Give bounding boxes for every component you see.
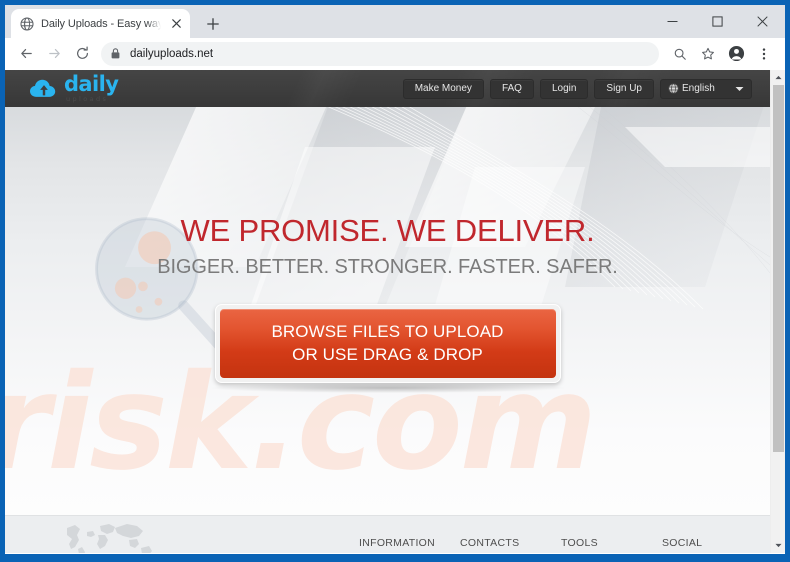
footer-column-title: INFORMATION: [359, 537, 436, 549]
browse-files-button-inner: BROWSE FILES TO UPLOAD OR USE DRAG & DRO…: [219, 309, 556, 379]
page-scrollbar[interactable]: [770, 70, 785, 553]
hero-section: risk.com WE PROMISE. WE DELIVER. BIGGER.…: [5, 107, 770, 515]
lock-icon: [111, 48, 122, 59]
site-nav: Make Money FAQ Login Sign Up English: [402, 78, 752, 99]
back-arrow-icon[interactable]: [13, 41, 39, 67]
address-bar[interactable]: dailyuploads.net: [101, 41, 659, 66]
footer-column-title: SOCIAL: [662, 537, 703, 549]
site-logo[interactable]: daily uploads: [29, 72, 119, 104]
forward-arrow-icon[interactable]: [41, 41, 67, 67]
chevron-down-icon: [735, 86, 744, 92]
tab-strip: Daily Uploads - Easy way to share: [5, 5, 785, 38]
browser-window: Daily Uploads - Easy way to share: [0, 0, 790, 562]
cta-wrapper: BROWSE FILES TO UPLOAD OR USE DRAG & DRO…: [5, 304, 770, 384]
cta-drop-shadow: [211, 383, 564, 394]
globe-favicon: [20, 16, 34, 31]
logo-wordmark: daily uploads: [64, 72, 119, 104]
tab-close-icon[interactable]: [168, 16, 184, 32]
footer-column-title: CONTACTS: [460, 537, 520, 549]
minimize-icon[interactable]: [650, 5, 695, 38]
world-map-icon: [67, 524, 152, 553]
footer-column-title: TOOLS: [561, 537, 598, 549]
cloud-upload-icon: [29, 78, 59, 99]
logo-primary-text: daily: [64, 72, 119, 97]
nav-signup-button[interactable]: Sign Up: [594, 78, 654, 99]
scroll-up-arrow-icon[interactable]: [771, 70, 785, 85]
account-avatar-icon[interactable]: [723, 41, 749, 67]
page-viewport: daily uploads Make Money FAQ Login Sign …: [5, 70, 785, 553]
url-text: dailyuploads.net: [130, 47, 214, 60]
new-tab-button[interactable]: [201, 12, 225, 36]
browser-chrome: Daily Uploads - Easy way to share: [5, 5, 785, 554]
star-icon[interactable]: [695, 41, 721, 67]
cta-line-2: OR USE DRAG & DROP: [292, 345, 483, 365]
toolbar-actions: [667, 41, 777, 67]
hero-subheadline: BIGGER. BETTER. STRONGER. FASTER. SAFER.: [157, 256, 618, 279]
logo-secondary-text: uploads: [66, 95, 109, 104]
search-icon[interactable]: [667, 41, 693, 67]
footer-column-social: SOCIAL f t ▶: [662, 516, 752, 553]
browser-toolbar: dailyuploads.net: [5, 38, 785, 70]
hero-headline: WE PROMISE. WE DELIVER.: [180, 213, 595, 248]
footer-column-contacts: CONTACTS Contact Us: [460, 516, 561, 553]
tab-title: Daily Uploads - Easy way to share: [41, 17, 161, 30]
language-label: English: [682, 83, 715, 94]
reload-icon[interactable]: [69, 41, 95, 67]
scrollbar-thumb[interactable]: [773, 85, 784, 452]
footer-column-tools: TOOLS Links: [561, 516, 662, 553]
close-icon[interactable]: [740, 5, 785, 38]
browser-tab[interactable]: Daily Uploads - Easy way to share: [11, 9, 190, 38]
scroll-down-arrow-icon[interactable]: [771, 538, 785, 553]
nav-faq-button[interactable]: FAQ: [489, 78, 534, 99]
nav-make-money-button[interactable]: Make Money: [402, 78, 484, 99]
nav-login-button[interactable]: Login: [539, 78, 589, 99]
language-selector[interactable]: English: [660, 78, 752, 99]
globe-icon: [668, 83, 679, 94]
browse-files-button[interactable]: BROWSE FILES TO UPLOAD OR USE DRAG & DRO…: [214, 304, 561, 384]
maximize-icon[interactable]: [695, 5, 740, 38]
footer-columns: INFORMATION FAQ CONTACTS Contact Us TOOL…: [359, 516, 759, 553]
footer-column-information: INFORMATION FAQ: [359, 516, 460, 553]
window-controls: [650, 5, 785, 38]
site-footer: INFORMATION FAQ CONTACTS Contact Us TOOL…: [5, 515, 770, 553]
cta-line-1: BROWSE FILES TO UPLOAD: [271, 322, 504, 342]
site-header: daily uploads Make Money FAQ Login Sign …: [5, 70, 770, 107]
hero-content: WE PROMISE. WE DELIVER. BIGGER. BETTER. …: [5, 107, 770, 394]
web-page: daily uploads Make Money FAQ Login Sign …: [5, 70, 770, 553]
three-dot-menu-icon[interactable]: [751, 41, 777, 67]
